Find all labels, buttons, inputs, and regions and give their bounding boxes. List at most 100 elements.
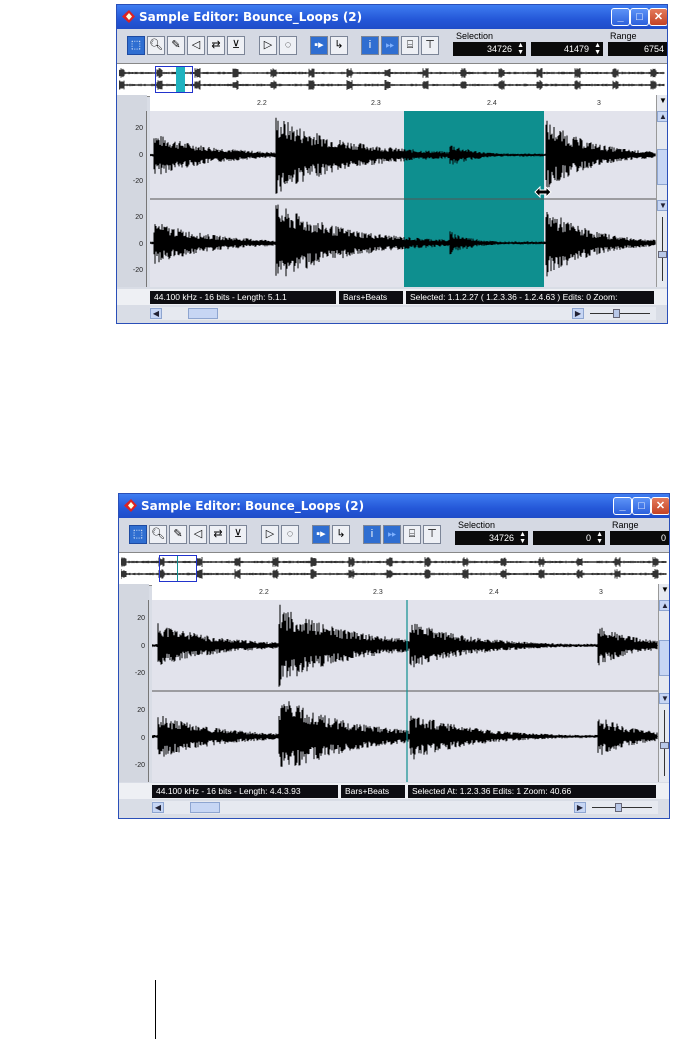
vertical-scrollbar-upper[interactable]: ▲ ▼ <box>656 111 667 211</box>
chevron-down-icon: ▼ <box>661 585 669 594</box>
overview-selection <box>176 67 185 92</box>
horizontal-scrollbar[interactable]: ◀ ▶ <box>150 307 656 320</box>
info-icon[interactable]: i <box>361 36 379 55</box>
pencil-tool-icon[interactable]: ✎ <box>169 525 187 544</box>
range-field[interactable]: 6754 <box>608 42 667 56</box>
window-title: Sample Editor: Bounce_Loops (2) <box>139 10 363 24</box>
zoom-tool-icon[interactable]: 🔍︎ <box>149 525 167 544</box>
waveform-tool-icon[interactable]: ↳ <box>332 525 350 544</box>
minimize-button[interactable]: _ <box>611 8 630 26</box>
h-zoom-slider[interactable] <box>590 313 650 314</box>
spin-arrows-icon[interactable]: ▲ ▼ <box>596 531 603 545</box>
waveform-display[interactable] <box>150 111 656 287</box>
maximize-button[interactable]: □ <box>632 497 651 515</box>
loop-icon[interactable]: ◌ <box>281 525 299 544</box>
scroll-left-button[interactable]: ◀ <box>152 802 164 813</box>
selection-start-value: 34726 <box>488 533 514 543</box>
range-label: Range <box>610 31 637 41</box>
scroll-thumb[interactable] <box>657 149 667 185</box>
zoom-slider-thumb[interactable] <box>660 742 669 749</box>
info-icon[interactable]: i <box>363 525 381 544</box>
h-scroll-thumb[interactable] <box>190 802 220 813</box>
hitpoint-icon[interactable]: ▪▸ <box>310 36 328 55</box>
object-selection-tool-icon[interactable]: ⬚ <box>129 525 147 544</box>
spin-arrows-icon[interactable]: ▲ ▼ <box>517 42 524 56</box>
amplitude-ruler: 20 0 -20 20 0 -20 <box>119 600 149 782</box>
scroll-right-button[interactable]: ▶ <box>574 802 586 813</box>
minimize-button[interactable]: _ <box>613 497 632 515</box>
loop-icon[interactable]: ◌ <box>279 36 297 55</box>
play-tool-icon[interactable]: ◁ <box>187 36 205 55</box>
format-info: 44.100 kHz - 16 bits - Length: 5.1.1 <box>150 291 336 304</box>
object-selection-tool-icon[interactable]: ⬚ <box>127 36 145 55</box>
play-tool-icon[interactable]: ◁ <box>189 525 207 544</box>
maximize-button[interactable]: □ <box>630 8 649 26</box>
spin-arrows-icon[interactable]: ▲ ▼ <box>519 531 526 545</box>
close-button[interactable]: ✕ <box>651 497 669 515</box>
zoom-slider-thumb[interactable] <box>658 251 667 258</box>
overview-track[interactable] <box>117 63 667 97</box>
scroll-up-button[interactable]: ▲ <box>659 600 669 611</box>
play-button[interactable]: ▷ <box>261 525 279 544</box>
h-zoom-thumb[interactable] <box>615 803 622 812</box>
zoom-tool-icon[interactable]: 🔍︎ <box>147 36 165 55</box>
spin-arrows-icon[interactable]: ▲ ▼ <box>594 42 601 56</box>
status-bar: 44.100 kHz - 16 bits - Length: 5.1.1 Bar… <box>117 289 667 305</box>
pencil-tool-icon[interactable]: ✎ <box>167 36 185 55</box>
snap-icon[interactable]: ⊻ <box>229 525 247 544</box>
toolbar: ⬚ 🔍︎ ✎ ◁ ⇄ ⊻ ▷ ◌ ▪▸ ↳ i ⏩︎ ⌸ ⊤ Selection… <box>119 518 669 552</box>
scroll-down-button[interactable]: ▼ <box>657 200 667 211</box>
overview-waveform <box>119 68 665 90</box>
filter-icon[interactable]: ⊤ <box>421 36 439 55</box>
units-display[interactable]: Bars+Beats <box>341 785 405 798</box>
overview-cursor-line <box>177 556 178 581</box>
ruler-scroll[interactable]: ▼ <box>658 584 669 600</box>
overview-view-box[interactable] <box>159 555 197 582</box>
overview-track[interactable] <box>119 552 669 586</box>
ruler-scroll[interactable]: ▼ <box>656 95 667 111</box>
snap-icon[interactable]: ⊻ <box>227 36 245 55</box>
selection-end-field[interactable]: 41479 ▲ ▼ <box>531 42 603 56</box>
selection-start-field[interactable]: 34726 ▲ ▼ <box>453 42 526 56</box>
vertical-zoom-slider[interactable] <box>658 704 669 782</box>
filter-icon[interactable]: ⊤ <box>423 525 441 544</box>
status-bar: 44.100 kHz - 16 bits - Length: 4.4.3.93 … <box>119 783 669 799</box>
scrub-tool-icon[interactable]: ⇄ <box>207 36 225 55</box>
h-scroll-thumb[interactable] <box>188 308 218 319</box>
units-display[interactable]: Bars+Beats <box>339 291 403 304</box>
amp-label: 0 <box>141 643 145 650</box>
selection-start-field[interactable]: 34726 ▲ ▼ <box>455 531 528 545</box>
close-button[interactable]: ✕ <box>649 8 667 26</box>
waveform-tool-icon[interactable]: ↳ <box>330 36 348 55</box>
sample-editor-window-1: Sample Editor: Bounce_Loops (2) _ □ ✕ ⬚ … <box>116 4 668 324</box>
fast-forward-icon[interactable]: ⏩︎ <box>381 36 399 55</box>
play-button[interactable]: ▷ <box>259 36 277 55</box>
scroll-left-button[interactable]: ◀ <box>150 308 162 319</box>
h-zoom-thumb[interactable] <box>613 309 620 318</box>
marker-icon[interactable]: ⌸ <box>403 525 421 544</box>
scrub-tool-icon[interactable]: ⇄ <box>209 525 227 544</box>
title-bar[interactable]: Sample Editor: Bounce_Loops (2) _ □ ✕ <box>119 494 669 518</box>
selection-end-field[interactable]: 0 ▲ ▼ <box>533 531 605 545</box>
range-label: Range <box>612 520 639 530</box>
scroll-thumb[interactable] <box>659 640 669 676</box>
hitpoint-icon[interactable]: ▪▸ <box>312 525 330 544</box>
range-field[interactable]: 0 <box>610 531 669 545</box>
amp-label: 20 <box>137 615 145 622</box>
waveform-display[interactable] <box>152 600 658 782</box>
marker-icon[interactable]: ⌸ <box>401 36 419 55</box>
h-zoom-slider[interactable] <box>592 807 652 808</box>
scroll-right-button[interactable]: ▶ <box>572 308 584 319</box>
horizontal-scrollbar[interactable]: ◀ ▶ <box>152 801 658 814</box>
vertical-zoom-slider[interactable] <box>656 211 667 287</box>
scroll-down-button[interactable]: ▼ <box>659 693 669 704</box>
title-bar[interactable]: Sample Editor: Bounce_Loops (2) _ □ ✕ <box>117 5 667 29</box>
format-info: 44.100 kHz - 16 bits - Length: 4.4.3.93 <box>152 785 338 798</box>
vertical-scrollbar-upper[interactable]: ▲ ▼ <box>658 600 669 704</box>
scroll-up-button[interactable]: ▲ <box>657 111 667 122</box>
fast-forward-icon[interactable]: ⏩︎ <box>383 525 401 544</box>
overview-channel <box>119 80 665 90</box>
overview-channel <box>121 557 667 567</box>
amp-label: -20 <box>134 670 145 677</box>
overview-view-box[interactable] <box>155 66 193 93</box>
